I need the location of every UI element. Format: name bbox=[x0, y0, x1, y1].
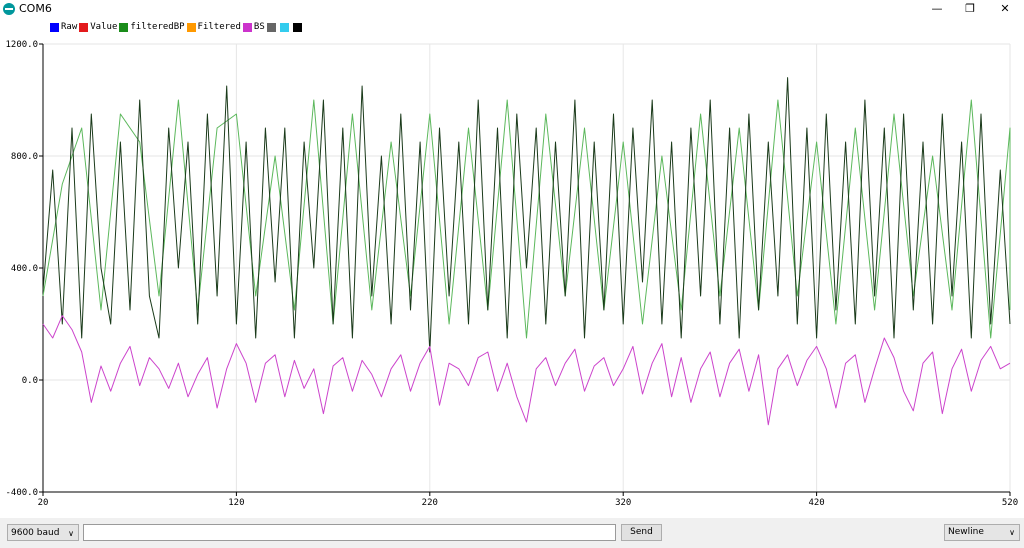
chevron-down-icon: ∨ bbox=[1009, 528, 1015, 537]
legend-item-raw[interactable]: Raw bbox=[50, 22, 77, 32]
legend-label: BS bbox=[253, 22, 265, 32]
x-tick-label: 520 bbox=[1002, 498, 1018, 508]
restore-button[interactable]: ❐ bbox=[955, 0, 985, 18]
legend-swatch-red[interactable] bbox=[79, 22, 89, 32]
x-tick-label: 120 bbox=[228, 498, 244, 508]
legend-item-filteredbp[interactable]: filteredBP bbox=[119, 22, 185, 32]
legend-swatch-black[interactable] bbox=[292, 22, 302, 32]
legend-item-7[interactable] bbox=[279, 22, 291, 32]
legend-item-filtered[interactable]: Filtered bbox=[186, 22, 241, 32]
x-tick-label: 220 bbox=[422, 498, 438, 508]
line-ending-select[interactable]: Newline ∨ bbox=[944, 524, 1020, 541]
legend-item-6[interactable] bbox=[266, 22, 278, 32]
legend-label: Value bbox=[90, 22, 118, 32]
y-tick-label: 800.0 bbox=[11, 152, 38, 162]
window-title: COM6 bbox=[19, 2, 52, 15]
x-tick-label: 320 bbox=[615, 498, 631, 508]
close-button[interactable]: ✕ bbox=[990, 0, 1020, 18]
baud-rate-value: 9600 baud bbox=[11, 528, 60, 538]
legend-swatch-cyan[interactable] bbox=[279, 22, 289, 32]
y-tick-label: 1200.0 bbox=[5, 40, 38, 50]
legend-label: Raw bbox=[61, 22, 78, 32]
line-ending-value: Newline bbox=[948, 527, 984, 537]
baud-rate-select[interactable]: 9600 baud ∨ bbox=[7, 524, 79, 541]
legend-swatch-green[interactable] bbox=[119, 22, 129, 32]
legend-item-bs[interactable]: BS bbox=[242, 22, 265, 32]
legend-label: filteredBP bbox=[130, 22, 185, 32]
title-bar: COM6 — ❐ ✕ bbox=[0, 0, 1024, 18]
legend-swatch-orange[interactable] bbox=[186, 22, 196, 32]
minimize-button[interactable]: — bbox=[922, 0, 952, 18]
send-button[interactable]: Send bbox=[621, 524, 662, 541]
y-tick-label: 400.0 bbox=[11, 264, 38, 274]
arduino-app-icon bbox=[3, 3, 15, 15]
x-tick-label: 20 bbox=[38, 498, 49, 508]
serial-plot-chart: -400.0 0.0 400.0 800.0 1200.0 20 120 220 320 420 5… bbox=[5, 40, 1018, 508]
legend-label: Filtered bbox=[197, 22, 241, 32]
y-tick-label: 0.0 bbox=[22, 376, 38, 386]
legend-item-8[interactable] bbox=[292, 22, 304, 32]
x-tick-label: 420 bbox=[808, 498, 824, 508]
legend-swatch-blue[interactable] bbox=[50, 22, 59, 32]
chevron-down-icon: ∨ bbox=[68, 529, 74, 538]
y-tick-label: -400.0 bbox=[5, 488, 38, 498]
legend-swatch-gray[interactable] bbox=[266, 22, 276, 32]
legend-swatch-magenta[interactable] bbox=[242, 22, 252, 32]
send-input[interactable] bbox=[83, 524, 616, 541]
plot-legend: Raw Value filteredBP Filtered BS bbox=[50, 21, 306, 33]
series-line-0 bbox=[42, 99, 1011, 339]
legend-item-value[interactable]: Value bbox=[79, 22, 117, 32]
